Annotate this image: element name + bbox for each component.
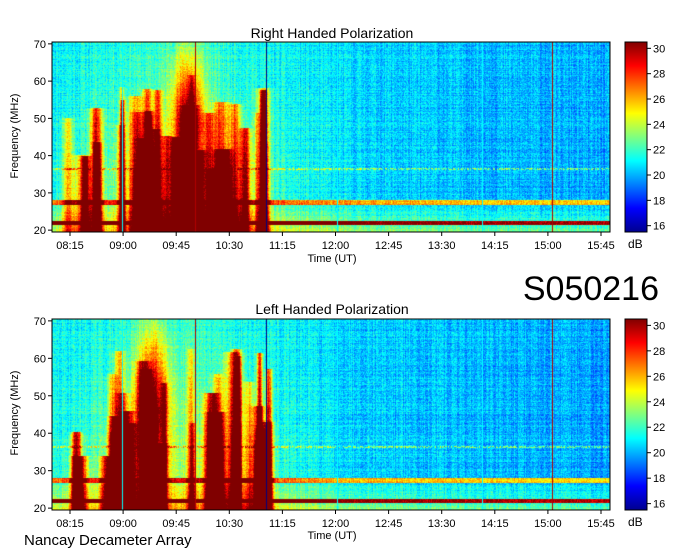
- colorbar-tick-label: 20: [653, 170, 665, 182]
- y-axis: 20 30 40 50 60 70: [34, 316, 52, 515]
- y-axis: 20 30 40 50 60 70: [34, 39, 52, 237]
- colorbar: 16 18 20 22 24 26 28 30 dB: [624, 318, 665, 529]
- chart-right-handed: Right Handed Polarization Frequency (MHz…: [9, 25, 665, 265]
- colorbar-tick-label: 18: [653, 195, 665, 207]
- colorbar-tick-label: 30: [653, 320, 665, 332]
- x-tick-label: 09:45: [162, 240, 190, 252]
- colorbar-tick-label: 22: [653, 422, 665, 434]
- y-tick-label: 20: [34, 225, 46, 237]
- x-tick-label: 12:45: [375, 240, 403, 252]
- x-tick-label: 10:30: [216, 518, 244, 530]
- colorbar-tick-label: 30: [653, 43, 665, 55]
- y-tick-label: 60: [34, 76, 46, 88]
- colorbar-tick-label: 28: [653, 346, 665, 358]
- y-tick-label: 70: [34, 316, 46, 328]
- chart-left-handed: Left Handed Polarization Frequency (MHz)…: [9, 301, 665, 542]
- x-axis: 08:15 09:00 09:45 10:30 11:15 12:00 12:45 13:30…: [56, 232, 615, 252]
- y-tick-label: 60: [34, 353, 46, 365]
- colorbar-tick-label: 20: [653, 448, 665, 460]
- y-tick-label: 20: [34, 503, 46, 515]
- x-tick-label: 11:15: [269, 240, 296, 252]
- heatmap-plot-area: [51, 41, 611, 233]
- colorbar-tick-label: 28: [653, 69, 665, 81]
- y-axis-label: Frequency (MHz): [9, 371, 21, 456]
- x-tick-label: 11:15: [269, 518, 296, 530]
- spectrogram-figure: Right Handed Polarization Frequency (MHz…: [9, 25, 665, 549]
- x-axis: 08:15 09:00 09:45 10:30 11:15 12:00 12:45 13:30…: [56, 510, 615, 530]
- x-tick-label: 14:15: [481, 518, 509, 530]
- y-tick-label: 30: [34, 466, 46, 478]
- colorbar-tick-label: 16: [653, 221, 665, 233]
- figure-code: S050216: [523, 270, 659, 308]
- x-tick-label: 15:45: [587, 240, 615, 252]
- chart-title: Left Handed Polarization: [255, 301, 408, 317]
- y-tick-label: 50: [34, 113, 46, 125]
- x-tick-label: 13:30: [428, 240, 456, 252]
- colorbar-unit: dB: [628, 515, 643, 529]
- x-tick-label: 09:00: [109, 240, 137, 252]
- colorbar-gradient: [624, 318, 648, 511]
- footer-label: Nancay Decameter Array: [24, 532, 192, 549]
- colorbar-tick-label: 16: [653, 499, 665, 511]
- x-tick-label: 15:00: [534, 240, 562, 252]
- colorbar-tick-label: 18: [653, 473, 665, 485]
- y-tick-label: 50: [34, 391, 46, 403]
- colorbar-ticks: 16 18 20 22 24 26 28 30: [647, 43, 665, 233]
- x-axis-label: Time (UT): [307, 530, 356, 542]
- colorbar-tick-label: 26: [653, 371, 665, 383]
- y-tick-label: 70: [34, 39, 46, 51]
- y-tick-label: 30: [34, 188, 46, 200]
- x-tick-label: 08:15: [56, 518, 84, 530]
- colorbar-gradient: [624, 41, 648, 233]
- x-tick-label: 10:30: [216, 240, 244, 252]
- colorbar-unit: dB: [628, 237, 643, 251]
- x-tick-label: 09:00: [109, 518, 137, 530]
- colorbar-tick-label: 24: [653, 119, 665, 131]
- colorbar-tick-label: 26: [653, 94, 665, 106]
- x-axis-label: Time (UT): [307, 253, 356, 265]
- x-tick-label: 08:15: [56, 240, 84, 252]
- heatmap-plot-area: [51, 318, 611, 511]
- x-tick-label: 12:00: [322, 240, 350, 252]
- x-tick-label: 12:45: [375, 518, 403, 530]
- y-tick-label: 40: [34, 428, 46, 440]
- heatmap-image: [52, 319, 610, 510]
- colorbar: 16 18 20 22 24 26 28 30 dB: [624, 41, 665, 251]
- y-tick-label: 40: [34, 151, 46, 163]
- x-tick-label: 14:15: [481, 240, 509, 252]
- colorbar-tick-label: 24: [653, 397, 665, 409]
- x-tick-label: 15:45: [587, 518, 615, 530]
- heatmap-image: [52, 42, 610, 232]
- x-tick-label: 12:00: [322, 518, 350, 530]
- y-axis-label: Frequency (MHz): [9, 94, 21, 179]
- x-tick-label: 13:30: [428, 518, 456, 530]
- x-tick-label: 09:45: [162, 518, 190, 530]
- chart-title: Right Handed Polarization: [251, 25, 414, 41]
- colorbar-tick-label: 22: [653, 145, 665, 157]
- colorbar-ticks: 16 18 20 22 24 26 28 30: [647, 320, 665, 511]
- x-tick-label: 15:00: [534, 518, 562, 530]
